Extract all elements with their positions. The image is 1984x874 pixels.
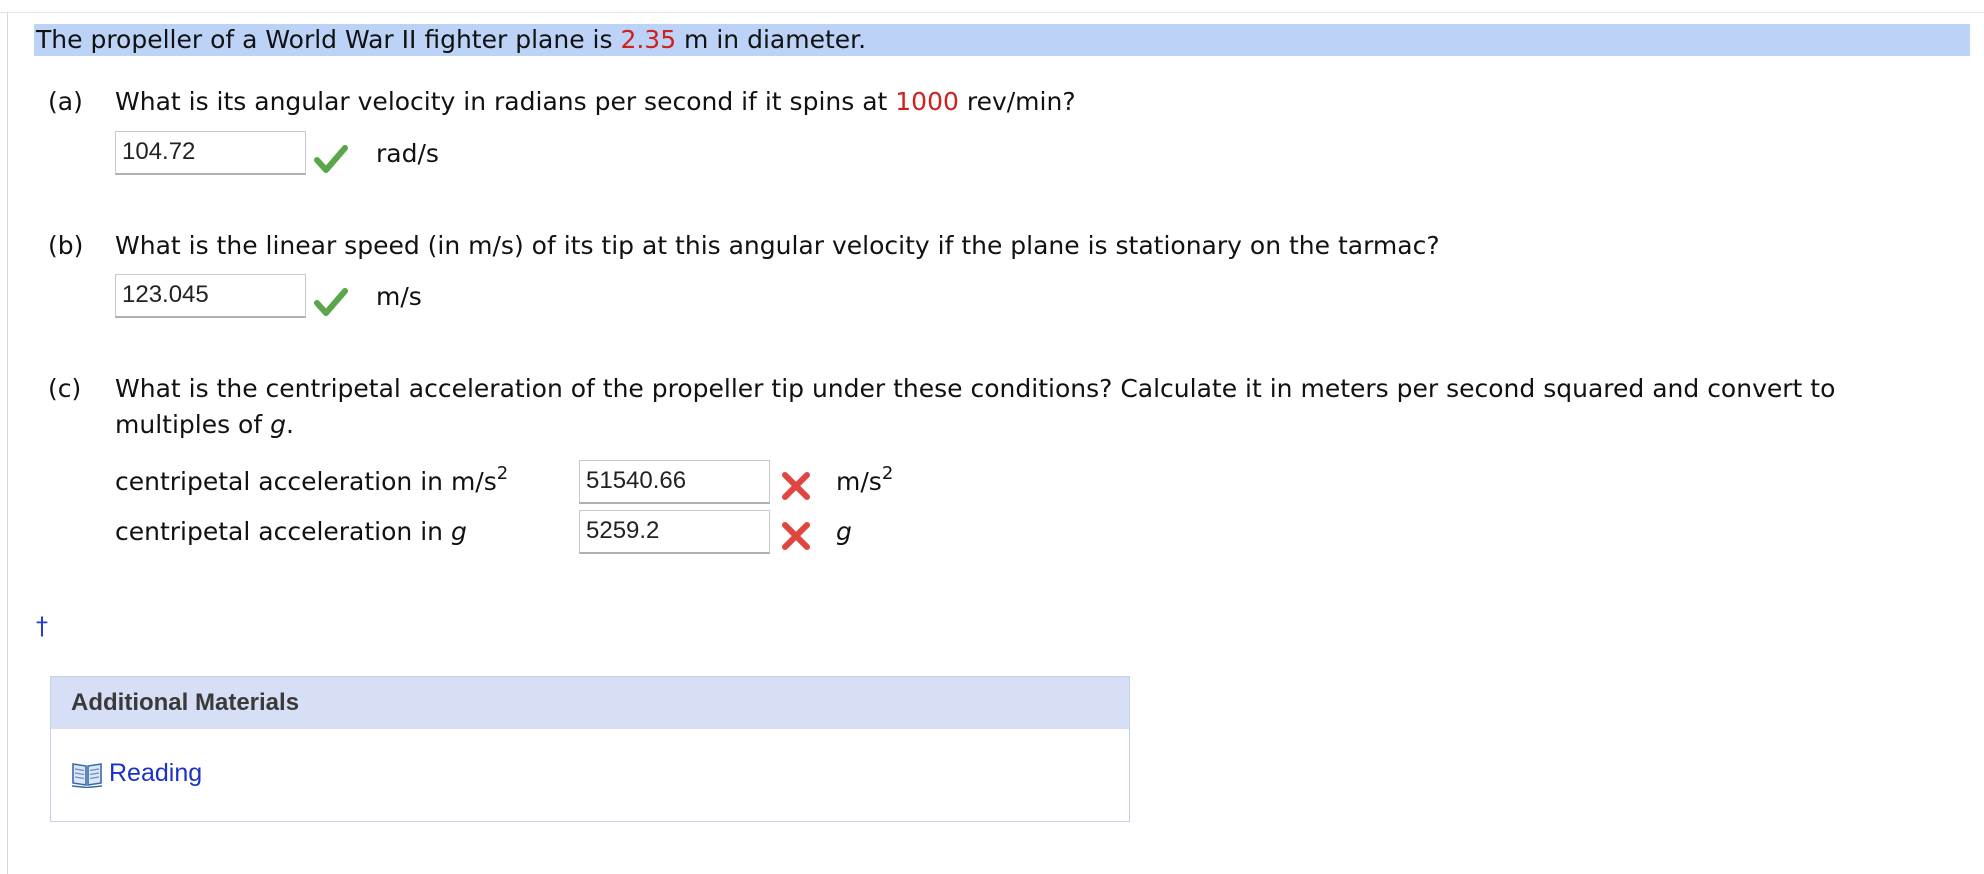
top-frame-border xyxy=(0,0,1984,13)
part-c-row2-unit: g xyxy=(836,514,852,550)
part-c-row1-unit-text: m/s xyxy=(836,467,882,496)
part-c-row1-unit: m/s2 xyxy=(836,464,893,500)
part-c-row1-answer-input[interactable]: 51540.66 xyxy=(579,460,770,504)
reading-link[interactable]: Reading xyxy=(71,759,202,788)
part-b-answer-input[interactable]: 123.045 xyxy=(115,274,306,318)
correct-check-icon xyxy=(314,145,348,173)
stem-text-before: The propeller of a World War II fighter … xyxy=(36,25,621,54)
part-a-question-after: rev/min? xyxy=(958,87,1076,116)
incorrect-x-icon xyxy=(782,472,810,500)
part-a-given-value: 1000 xyxy=(895,87,959,116)
problem-statement: The propeller of a World War II fighter … xyxy=(34,24,1970,56)
part-a-question: What is its angular velocity in radians … xyxy=(115,84,1076,120)
part-a-answer-input[interactable]: 104.72 xyxy=(115,131,306,175)
part-b-label: (b) xyxy=(48,231,84,260)
book-icon xyxy=(71,762,103,788)
part-c-question-variable: g xyxy=(270,410,286,439)
additional-materials-panel: Additional Materials Reading xyxy=(50,676,1130,822)
part-c-row1-label-exponent: 2 xyxy=(496,462,509,484)
part-b-unit: m/s xyxy=(376,282,422,311)
part-c-row2-label-variable: g xyxy=(450,517,467,546)
left-frame-border xyxy=(7,12,8,874)
footnote-dagger: † xyxy=(36,612,48,640)
incorrect-x-icon xyxy=(782,522,810,550)
part-c-question-line1: What is the centripetal acceleration of … xyxy=(115,374,1836,403)
part-c-row1-label: centripetal acceleration in m/s2 xyxy=(115,464,508,500)
additional-materials-header: Additional Materials xyxy=(51,677,1129,729)
part-c-row1-label-text: centripetal acceleration in m/s xyxy=(115,467,497,496)
part-c-label: (c) xyxy=(48,374,82,403)
part-c-question-line2: multiples of g. xyxy=(115,407,294,443)
part-b-question: What is the linear speed (in m/s) of its… xyxy=(115,231,1440,260)
stem-given-value: 2.35 xyxy=(620,25,677,54)
part-c-row1-unit-exponent: 2 xyxy=(881,462,894,484)
part-a-label: (a) xyxy=(48,87,83,116)
part-c-question-line2-before: multiples of xyxy=(115,410,271,439)
reading-link-label: Reading xyxy=(109,759,203,787)
correct-check-icon xyxy=(314,288,348,316)
part-c-row2-label: centripetal acceleration in g xyxy=(115,514,467,550)
part-a-question-before: What is its angular velocity in radians … xyxy=(115,87,896,116)
stem-text-after: m in diameter. xyxy=(676,25,867,54)
part-c-question-line2-after: . xyxy=(285,410,294,439)
part-c-row2-unit-variable: g xyxy=(836,517,852,546)
part-a-unit: rad/s xyxy=(376,139,439,168)
part-c-row2-answer-input[interactable]: 5259.2 xyxy=(579,510,770,554)
part-c-row2-label-text: centripetal acceleration in xyxy=(115,517,451,546)
